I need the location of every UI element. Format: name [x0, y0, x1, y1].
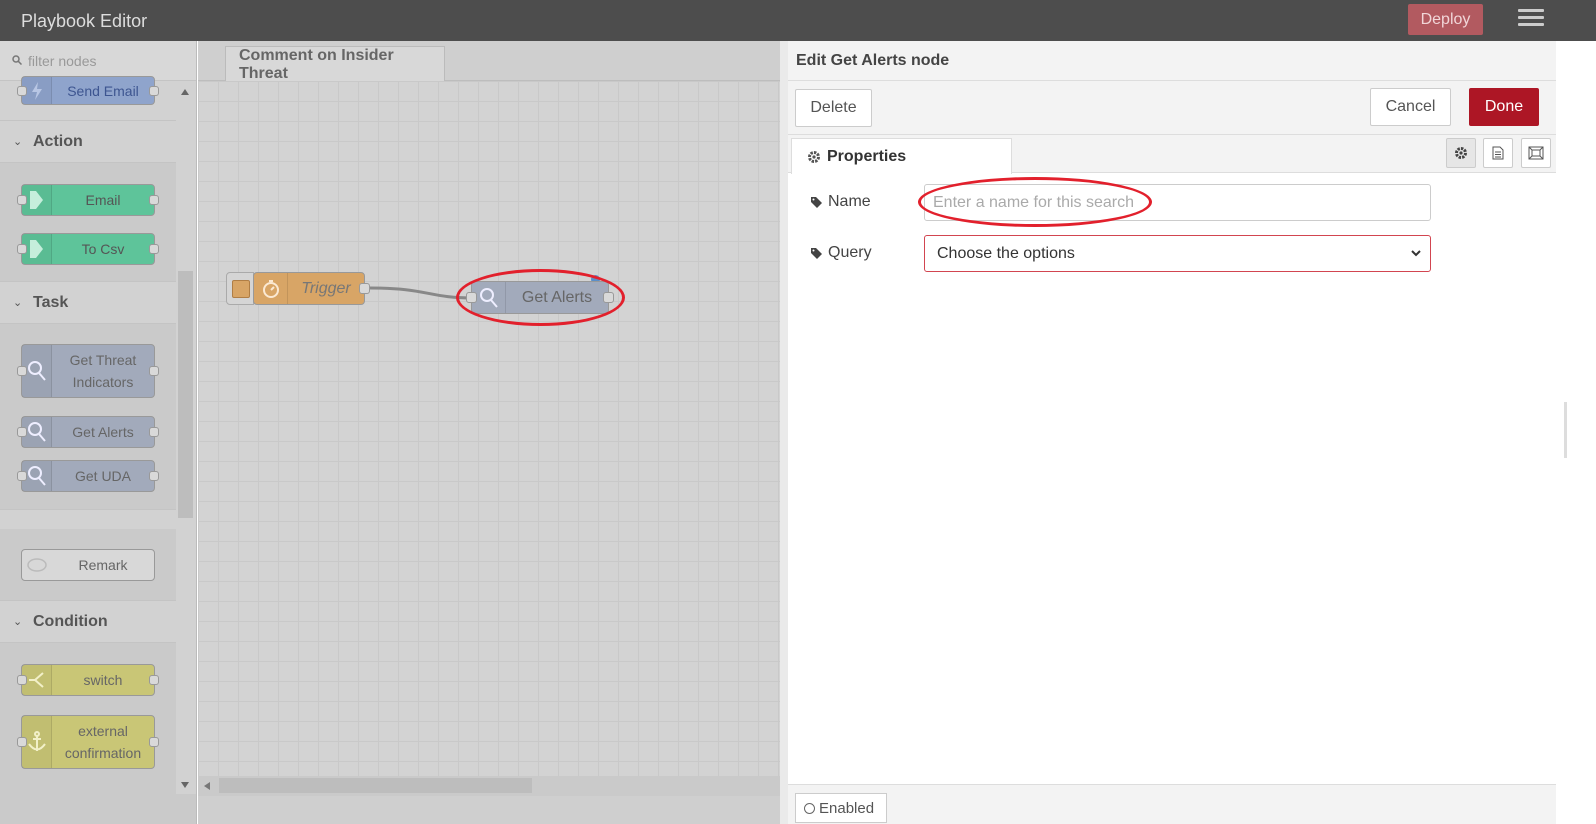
palette-node-label: Email [85, 192, 121, 208]
palette-node-label: To Csv [81, 241, 125, 257]
palette-footer [0, 794, 196, 824]
chevron-down-icon: ⌄ [13, 136, 23, 148]
category-misc-body: Remark [0, 529, 176, 600]
connection-wire [369, 286, 475, 300]
tray-footer: Enabled [788, 784, 1556, 824]
highlight-annotation [918, 177, 1152, 227]
document-icon [1492, 146, 1504, 160]
palette-node-switch[interactable]: switch [17, 664, 159, 696]
app-header: Playbook Editor Deploy [0, 0, 1596, 41]
comment-icon [22, 550, 52, 580]
workspace-footer [198, 796, 780, 824]
edit-node-tray: Edit Get Alerts node Delete Cancel Done … [780, 41, 1596, 824]
workspace-tabs: Comment on Insider Threat [198, 41, 780, 82]
category-action-body: Email To Csv [0, 163, 176, 281]
tray-scroll-handle[interactable] [1564, 402, 1567, 458]
flow-workspace: Comment on Insider Threat Trigger Get Al… [198, 41, 780, 824]
palette-search [0, 41, 196, 81]
gear-icon [1455, 147, 1467, 159]
palette-node-get-threat-indicators[interactable]: Get Threat Indicators [17, 344, 159, 398]
category-label: Task [33, 294, 69, 311]
flow-node-label: Trigger [301, 279, 351, 297]
scrollbar-thumb[interactable] [178, 271, 193, 518]
name-label: Name [810, 193, 871, 211]
tab-description[interactable] [1483, 138, 1513, 168]
select-value: Choose the options [937, 244, 1075, 262]
tab-label: Properties [827, 147, 907, 165]
field-label: Query [828, 244, 872, 261]
scroll-down-icon[interactable] [181, 782, 189, 788]
category-collapsed[interactable] [0, 509, 176, 529]
deploy-button[interactable]: Deploy [1408, 4, 1483, 35]
circle-icon [804, 802, 815, 814]
tray-toolbar: Delete Cancel Done [788, 81, 1556, 135]
tab-comment-on-insider-threat[interactable]: Comment on Insider Threat [225, 46, 445, 82]
category-label: Action [33, 133, 83, 150]
hamburger-menu-icon[interactable] [1518, 9, 1544, 31]
filter-nodes-input[interactable] [26, 50, 186, 72]
tray-tabs: Properties [788, 135, 1556, 174]
cancel-button[interactable]: Cancel [1370, 88, 1451, 126]
palette-node-label: Get UDA [74, 468, 131, 484]
chevron-down-icon: ⌄ [13, 616, 23, 628]
category-label: Condition [33, 613, 108, 630]
tag-icon [811, 196, 822, 208]
palette-node-email[interactable]: Email [17, 184, 159, 216]
scrollbar-thumb[interactable] [219, 778, 532, 793]
category-task-body: Get Threat Indicators Get Alerts Get UDA [0, 324, 176, 509]
flow-node-trigger[interactable]: Trigger [253, 272, 370, 305]
timer-icon [254, 273, 288, 304]
tag-icon [811, 247, 822, 259]
frame-icon [1528, 146, 1544, 160]
enabled-toggle[interactable]: Enabled [795, 793, 887, 823]
chevron-down-icon: ⌄ [13, 297, 23, 309]
palette-node-external-confirmation[interactable]: external confirmation [17, 715, 159, 769]
palette-node-label: Get Alerts [72, 424, 134, 440]
query-label: Query [810, 244, 872, 262]
flow-canvas[interactable]: Trigger Get Alerts [198, 81, 780, 776]
enabled-label: Enabled [819, 799, 875, 817]
trigger-inject-button[interactable] [226, 272, 254, 305]
category-action[interactable]: ⌄ Action [0, 120, 176, 163]
highlight-annotation [456, 269, 625, 326]
palette-node-label: external confirmation [64, 723, 142, 761]
app-title: Playbook Editor [21, 11, 148, 31]
query-select[interactable]: Choose the options [924, 235, 1431, 272]
palette-node-send-email[interactable]: Send Email [17, 76, 159, 105]
scroll-up-icon[interactable] [181, 89, 189, 95]
gear-icon [808, 150, 820, 163]
delete-button[interactable]: Delete [795, 89, 872, 127]
palette-scrollbar[interactable] [176, 81, 196, 794]
palette-node-get-uda[interactable]: Get UDA [17, 460, 159, 492]
done-button[interactable]: Done [1469, 88, 1539, 126]
tab-properties[interactable]: Properties [791, 138, 1012, 174]
palette-node-to-csv[interactable]: To Csv [17, 233, 159, 265]
search-icon [12, 55, 22, 65]
palette-node-get-alerts[interactable]: Get Alerts [17, 416, 159, 448]
chevron-down-icon [1411, 250, 1421, 257]
scroll-left-icon[interactable] [204, 782, 210, 790]
category-task[interactable]: ⌄ Task [0, 281, 176, 324]
palette-node-label: switch [83, 672, 123, 688]
node-palette: Send Email ⌄ Action Email To Csv ⌄ Task [0, 41, 197, 824]
tray-title: Edit Get Alerts node [788, 41, 1556, 81]
tab-settings[interactable] [1446, 138, 1476, 168]
category-condition[interactable]: ⌄ Condition [0, 600, 176, 643]
palette-node-remark[interactable]: Remark [21, 549, 155, 581]
palette-node-label: Remark [78, 557, 128, 573]
palette-node-label: Get Threat Indicators [69, 352, 137, 390]
workspace-horizontal-scrollbar[interactable] [198, 776, 780, 796]
field-label: Name [828, 193, 871, 210]
category-condition-body: switch external confirmation [0, 643, 176, 794]
palette-node-label: Send Email [67, 82, 139, 99]
tab-appearance[interactable] [1521, 138, 1551, 168]
